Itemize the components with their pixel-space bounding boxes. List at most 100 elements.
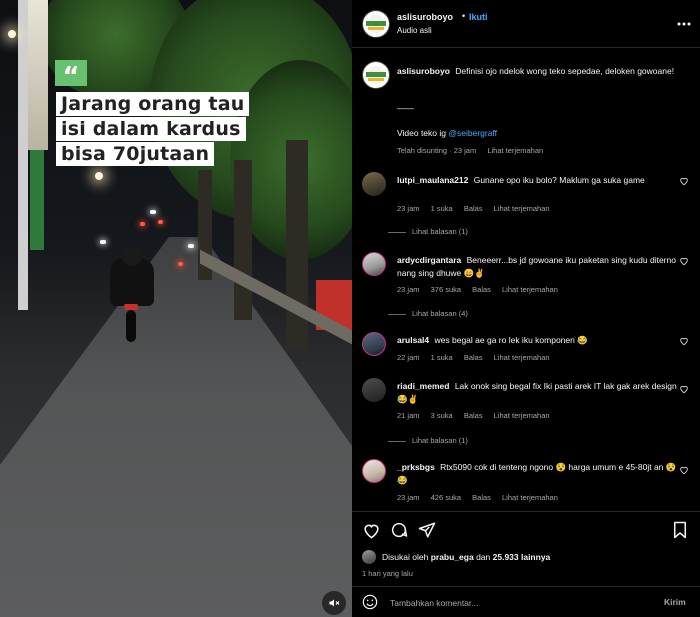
comment-button[interactable] xyxy=(390,521,408,544)
comment-likes[interactable]: 376 suka xyxy=(431,285,461,294)
car-taillight xyxy=(178,262,183,266)
heart-icon xyxy=(680,466,688,475)
comment-text: wes begal ae ga ro lek iku komponen 😂 xyxy=(434,335,588,345)
comment-like-button[interactable] xyxy=(679,176,689,189)
view-replies-button[interactable]: Lihat balasan (4) xyxy=(412,309,468,318)
translate-link[interactable]: Lihat terjemahan xyxy=(487,146,543,155)
mute-button[interactable] xyxy=(322,591,346,615)
save-button[interactable] xyxy=(672,521,688,544)
commenter-avatar[interactable] xyxy=(362,172,386,196)
liker-avatar[interactable] xyxy=(362,550,376,564)
roadside-banner xyxy=(28,0,48,150)
comment-like-button[interactable] xyxy=(679,384,689,397)
motorcycle-rider xyxy=(102,246,160,346)
view-replies-button[interactable]: Lihat balasan (1) xyxy=(412,227,468,236)
comment-time: 21 jam xyxy=(397,411,420,420)
caption-separator: —— xyxy=(397,103,414,113)
car-headlight xyxy=(100,240,106,244)
commenter-avatar[interactable] xyxy=(362,378,386,402)
comment-username[interactable]: ardycdirgantara xyxy=(397,255,461,265)
translate-link[interactable]: Lihat terjemahan xyxy=(494,411,550,420)
liked-by-and: dan xyxy=(476,552,491,562)
car-headlight xyxy=(188,244,194,248)
comment-like-button[interactable] xyxy=(679,336,689,349)
follow-button[interactable]: Ikuti xyxy=(469,12,488,22)
roadside-banner xyxy=(30,150,44,250)
reply-button[interactable]: Balas xyxy=(472,285,491,294)
comment-username[interactable]: _prksbgs xyxy=(397,462,435,472)
comment-text: Rtx5090 cok di tenteng ngono 😵 harga umu… xyxy=(397,462,677,485)
separator-dot: • xyxy=(462,11,466,21)
credit-handle-link[interactable]: @seibergraff xyxy=(448,128,497,138)
comment-time: 23 jam xyxy=(397,493,420,502)
comments-list[interactable]: aslisuroboyo Definisi ojo ndelok wong te… xyxy=(352,49,700,511)
comment-likes[interactable]: 1 suka xyxy=(431,353,453,362)
more-horizontal-icon xyxy=(677,22,691,26)
heart-icon xyxy=(680,177,688,186)
post-actions: Disukai oleh prabu_ega dan 25.933 lainny… xyxy=(352,511,700,617)
translate-link[interactable]: Lihat terjemahan xyxy=(494,204,550,213)
comment-username[interactable]: arulsal4 xyxy=(397,335,429,345)
translate-link[interactable]: Lihat terjemahan xyxy=(502,493,558,502)
comment-likes[interactable]: 426 suka xyxy=(431,493,461,502)
comment-likes[interactable]: 1 suka xyxy=(431,204,453,213)
view-replies-button[interactable]: Lihat balasan (1) xyxy=(412,436,468,445)
more-options-button[interactable] xyxy=(677,14,691,29)
author-avatar[interactable] xyxy=(363,62,389,88)
comment-text: Gunane opo iku bolo? Maklum ga suka game xyxy=(473,175,645,185)
commenter-avatar[interactable] xyxy=(362,332,386,356)
comment-like-button[interactable] xyxy=(679,465,689,478)
emoji-button[interactable] xyxy=(362,594,378,615)
reply-button[interactable]: Balas xyxy=(472,493,491,502)
post-time: 1 hari yang lalu xyxy=(362,569,413,578)
translate-link[interactable]: Lihat terjemahan xyxy=(502,285,558,294)
heart-icon xyxy=(680,257,688,266)
reply-button[interactable]: Balas xyxy=(464,411,483,420)
likes-summary[interactable]: Disukai oleh prabu_ega dan 25.933 lainny… xyxy=(382,552,550,562)
author-avatar[interactable] xyxy=(363,11,389,37)
car-taillight xyxy=(140,222,145,226)
comment-time: 22 jam xyxy=(397,353,420,362)
comment-bubble-icon xyxy=(391,522,408,538)
street-light xyxy=(8,30,16,38)
car-taillight xyxy=(158,220,163,224)
caption-username[interactable]: aslisuroboyo xyxy=(397,66,450,76)
audio-link[interactable]: Audio asli xyxy=(397,26,432,35)
comment-time: 23 jam xyxy=(397,204,420,213)
tree-trunk xyxy=(234,160,252,320)
caption-line: bisa 70jutaan xyxy=(56,142,215,166)
caption-text: Definisi ojo ndelok wong teko sepedae, d… xyxy=(455,66,675,76)
like-button[interactable] xyxy=(362,521,381,545)
caption-line: Jarang orang tau xyxy=(56,92,250,116)
comment-like-button[interactable] xyxy=(679,256,689,269)
translate-link[interactable]: Lihat terjemahan xyxy=(494,353,550,362)
author-username[interactable]: aslisuroboyo xyxy=(397,12,453,22)
comment-username[interactable]: riadi_memed xyxy=(397,381,449,391)
post-header: aslisuroboyo • Ikuti Audio asli xyxy=(352,0,700,48)
heart-icon xyxy=(680,337,688,346)
comment-likes[interactable]: 3 suka xyxy=(431,411,453,420)
post-panel: aslisuroboyo • Ikuti Audio asli aslisuro… xyxy=(352,0,700,617)
liked-by-user[interactable]: prabu_ega xyxy=(431,552,474,562)
lamp-pole xyxy=(18,0,28,310)
video-caption-overlay: Jarang orang tau isi dalam kardus bisa 7… xyxy=(56,92,286,167)
car-headlight xyxy=(150,210,156,214)
likes-count[interactable]: 25.933 lainnya xyxy=(493,552,551,562)
paper-plane-icon xyxy=(418,522,436,538)
emoji-smile-icon xyxy=(362,594,378,610)
street-light xyxy=(95,172,103,180)
reply-button[interactable]: Balas xyxy=(464,353,483,362)
commenter-avatar[interactable] xyxy=(362,459,386,483)
post-comment-button[interactable]: Kirim xyxy=(664,597,686,607)
heart-icon xyxy=(680,385,688,394)
commenter-avatar[interactable] xyxy=(362,252,386,276)
reel-video[interactable]: “ Jarang orang tau isi dalam kardus bisa… xyxy=(0,0,352,617)
heart-icon xyxy=(364,524,379,539)
reply-button[interactable]: Balas xyxy=(464,204,483,213)
share-button[interactable] xyxy=(418,521,436,544)
comment-input[interactable] xyxy=(390,595,640,611)
caption-meta: Telah disunting · 23 jam xyxy=(397,146,477,155)
comment-username[interactable]: lutpi_maulana212 xyxy=(397,175,468,185)
bookmark-icon xyxy=(674,521,686,539)
speaker-muted-icon xyxy=(329,599,340,607)
